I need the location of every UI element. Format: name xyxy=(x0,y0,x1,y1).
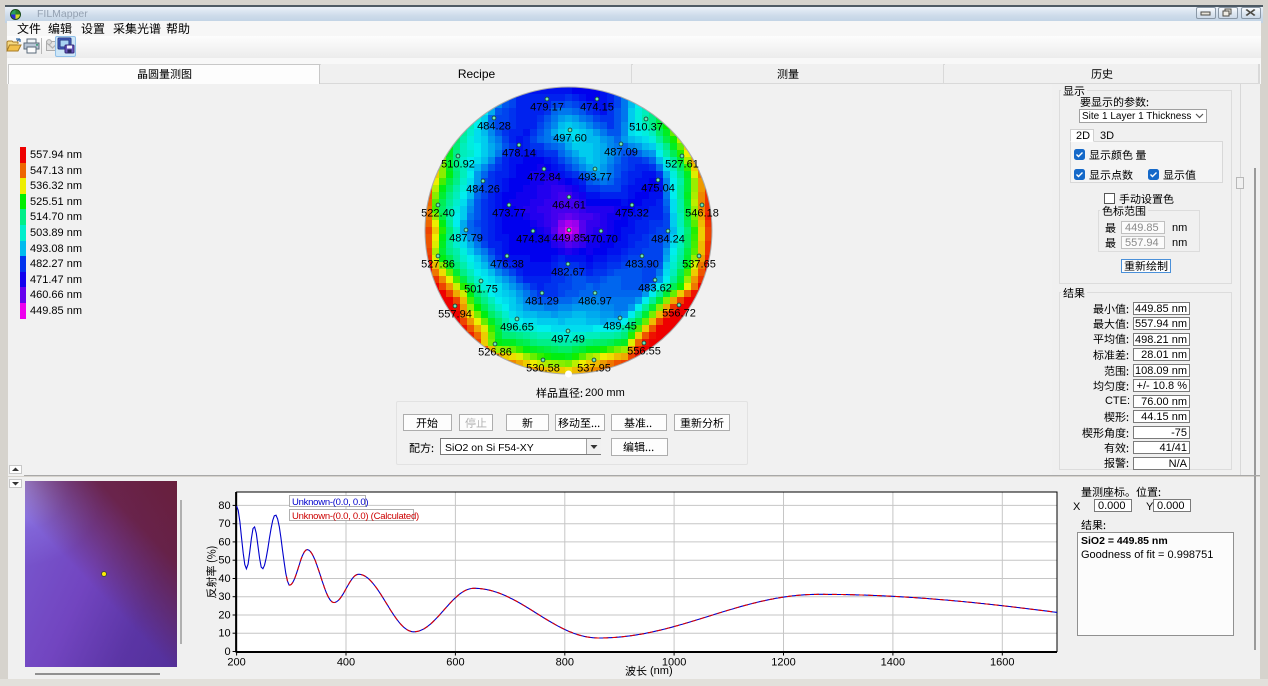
svg-text:20: 20 xyxy=(218,610,230,622)
svg-text:10: 10 xyxy=(218,628,230,640)
svg-text:40: 40 xyxy=(218,573,230,585)
svg-text:50: 50 xyxy=(218,555,230,567)
svg-text:800: 800 xyxy=(556,657,574,669)
svg-text:70: 70 xyxy=(218,518,230,530)
svg-text:200: 200 xyxy=(227,657,245,669)
svg-text:30: 30 xyxy=(218,591,230,603)
svg-text:80: 80 xyxy=(218,500,230,512)
svg-text:60: 60 xyxy=(218,536,230,548)
svg-text:600: 600 xyxy=(446,657,464,669)
svg-text:1400: 1400 xyxy=(881,657,905,669)
svg-text:1200: 1200 xyxy=(771,657,795,669)
svg-text:1600: 1600 xyxy=(990,657,1014,669)
svg-text:400: 400 xyxy=(337,657,355,669)
